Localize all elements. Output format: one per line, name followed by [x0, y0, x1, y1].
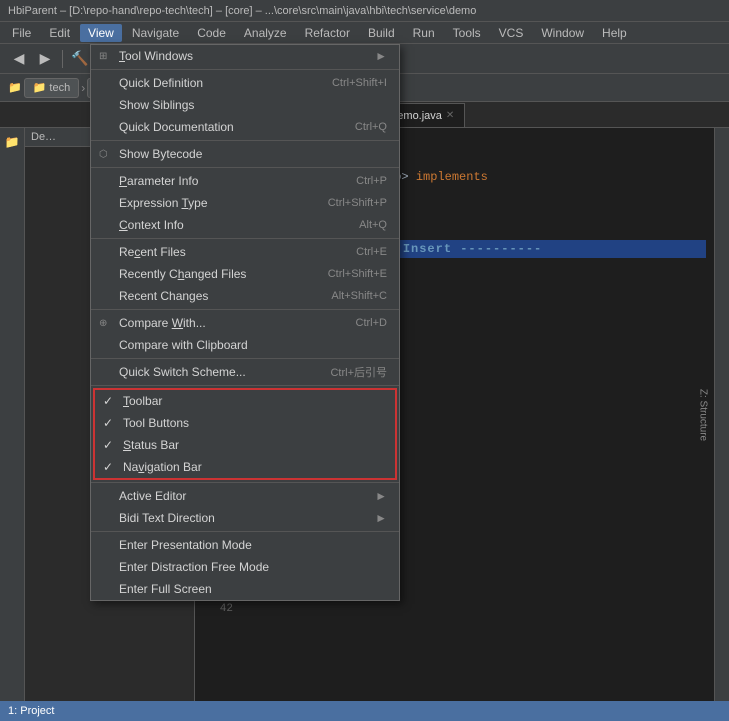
recent-files-label: Recent Files: [119, 245, 186, 259]
status-bar-check: ✓: [103, 438, 113, 452]
navigation-bar-check: ✓: [103, 460, 113, 474]
recently-changed-label: Recently Changed Files: [119, 267, 246, 281]
menu-enter-fullscreen[interactable]: Enter Full Screen: [91, 578, 399, 600]
enter-presentation-label: Enter Presentation Mode: [119, 538, 252, 552]
dropdown-overlay[interactable]: ⊞ Tool Windows ► Quick Definition Ctrl+S…: [0, 0, 729, 721]
sep-1: [91, 69, 399, 70]
menu-tool-windows[interactable]: ⊞ Tool Windows ►: [91, 45, 399, 67]
sep-2: [91, 140, 399, 141]
navigation-bar-label: Navigation Bar: [123, 460, 202, 474]
quick-switch-label: Quick Switch Scheme...: [119, 365, 246, 379]
menu-bidi-text[interactable]: Bidi Text Direction ►: [91, 507, 399, 529]
menu-quick-documentation[interactable]: Quick Documentation Ctrl+Q: [91, 116, 399, 138]
sep-6: [91, 358, 399, 359]
sep-9: [91, 531, 399, 532]
show-bytecode-icon: ⬡: [99, 149, 108, 160]
compare-with-shortcut: Ctrl+D: [356, 317, 387, 329]
quick-definition-shortcut: Ctrl+Shift+I: [332, 77, 387, 89]
menu-enter-distraction[interactable]: Enter Distraction Free Mode: [91, 556, 399, 578]
context-info-shortcut: Alt+Q: [359, 219, 387, 231]
tool-windows-arrow: ►: [375, 49, 387, 63]
menu-show-bytecode[interactable]: ⬡ Show Bytecode: [91, 143, 399, 165]
quick-switch-shortcut: Ctrl+后引号: [330, 364, 387, 380]
enter-distraction-label: Enter Distraction Free Mode: [119, 560, 269, 574]
menu-compare-clipboard[interactable]: Compare with Clipboard: [91, 334, 399, 356]
tool-buttons-label: Tool Buttons: [123, 416, 189, 430]
menu-navigation-bar[interactable]: ✓ Navigation Bar: [95, 456, 395, 478]
compare-clipboard-label: Compare with Clipboard: [119, 338, 248, 352]
toolbar-label: Toolbar: [123, 394, 162, 408]
parameter-info-label: Parameter Info: [119, 174, 198, 188]
menu-compare-with[interactable]: ⊕ Compare With... Ctrl+D: [91, 312, 399, 334]
quick-definition-label: Quick Definition: [119, 76, 203, 90]
menu-recent-changes[interactable]: Recent Changes Alt+Shift+C: [91, 285, 399, 307]
tool-windows-icon: ⊞: [99, 51, 107, 62]
quick-documentation-shortcut: Ctrl+Q: [355, 121, 387, 133]
menu-recently-changed[interactable]: Recently Changed Files Ctrl+Shift+E: [91, 263, 399, 285]
tool-windows-label: Tool Windows: [119, 49, 193, 63]
menu-show-siblings[interactable]: Show Siblings: [91, 94, 399, 116]
active-editor-arrow: ►: [375, 489, 387, 503]
view-dropdown-menu: ⊞ Tool Windows ► Quick Definition Ctrl+S…: [90, 44, 400, 601]
recent-changes-shortcut: Alt+Shift+C: [331, 290, 387, 302]
sep-4: [91, 238, 399, 239]
menu-quick-definition[interactable]: Quick Definition Ctrl+Shift+I: [91, 72, 399, 94]
expression-type-label: Expression Type: [119, 196, 208, 210]
quick-documentation-label: Quick Documentation: [119, 120, 234, 134]
menu-quick-switch[interactable]: Quick Switch Scheme... Ctrl+后引号: [91, 361, 399, 383]
enter-fullscreen-label: Enter Full Screen: [119, 582, 212, 596]
menu-enter-presentation[interactable]: Enter Presentation Mode: [91, 534, 399, 556]
compare-with-icon: ⊕: [99, 318, 107, 329]
checked-group: ✓ Toolbar ✓ Tool Buttons ✓ Status Bar ✓ …: [93, 388, 397, 480]
status-bar-label: Status Bar: [123, 438, 179, 452]
show-bytecode-label: Show Bytecode: [119, 147, 202, 161]
menu-expression-type[interactable]: Expression Type Ctrl+Shift+P: [91, 192, 399, 214]
menu-active-editor[interactable]: Active Editor ►: [91, 485, 399, 507]
sep-8: [91, 482, 399, 483]
menu-context-info[interactable]: Context Info Alt+Q: [91, 214, 399, 236]
recent-changes-label: Recent Changes: [119, 289, 208, 303]
toolbar-check: ✓: [103, 394, 113, 408]
bidi-text-arrow: ►: [375, 511, 387, 525]
menu-recent-files[interactable]: Recent Files Ctrl+E: [91, 241, 399, 263]
sep-3: [91, 167, 399, 168]
menu-toolbar[interactable]: ✓ Toolbar: [95, 390, 395, 412]
sep-5: [91, 309, 399, 310]
compare-with-label: Compare With...: [119, 316, 206, 330]
expression-type-shortcut: Ctrl+Shift+P: [328, 197, 387, 209]
show-siblings-label: Show Siblings: [119, 98, 194, 112]
bidi-text-label: Bidi Text Direction: [119, 511, 215, 525]
recent-files-shortcut: Ctrl+E: [356, 246, 387, 258]
tool-buttons-check: ✓: [103, 416, 113, 430]
menu-parameter-info[interactable]: Parameter Info Ctrl+P: [91, 170, 399, 192]
active-editor-label: Active Editor: [119, 489, 186, 503]
context-info-label: Context Info: [119, 218, 184, 232]
recently-changed-shortcut: Ctrl+Shift+E: [328, 268, 387, 280]
parameter-info-shortcut: Ctrl+P: [356, 175, 387, 187]
sep-7: [91, 385, 399, 386]
menu-status-bar[interactable]: ✓ Status Bar: [95, 434, 395, 456]
menu-tool-buttons[interactable]: ✓ Tool Buttons: [95, 412, 395, 434]
